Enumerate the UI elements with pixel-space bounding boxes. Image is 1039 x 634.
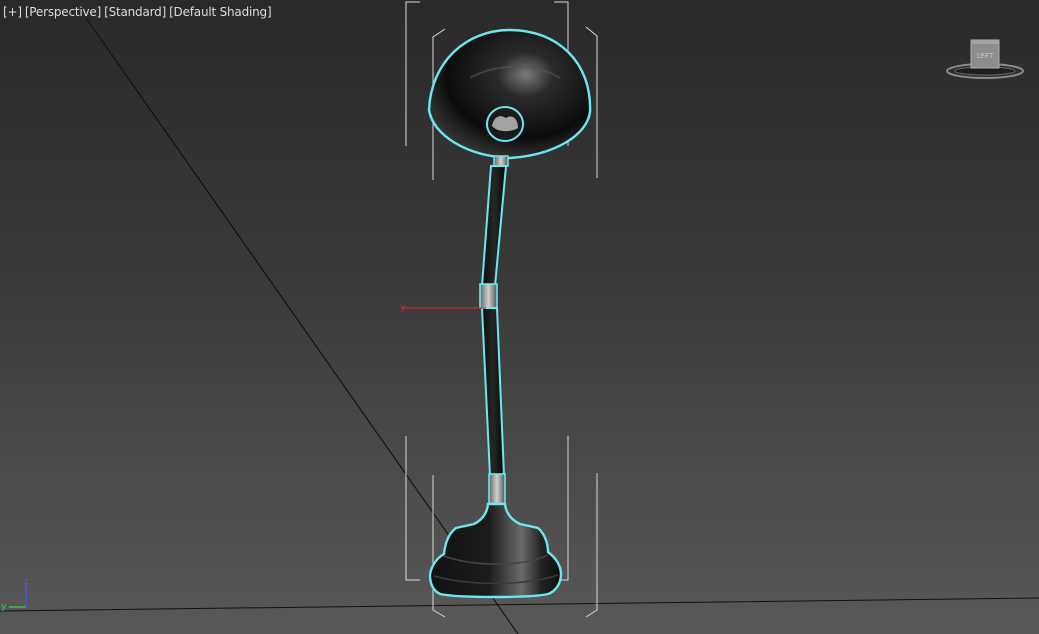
desk-lamp-object[interactable] xyxy=(427,28,592,599)
scene-canvas[interactable]: y z y x xyxy=(0,0,1039,634)
lamp-elbow-joint[interactable] xyxy=(479,283,498,309)
viewcube-face-label: LEFT xyxy=(977,52,994,60)
axis-z-label: z xyxy=(24,577,29,587)
gizmo-y-label: y xyxy=(400,302,406,313)
axis-tripod: z y x xyxy=(1,577,29,612)
lamp-lower-arm[interactable] xyxy=(480,307,506,477)
perspective-viewport[interactable]: [+] [Perspective] [Standard] [Default Shadi… xyxy=(0,0,1039,634)
viewcube-icon[interactable]: LEFT xyxy=(944,36,1026,84)
axis-y-label: y xyxy=(1,602,7,612)
transform-gizmo[interactable]: y xyxy=(400,302,486,313)
lamp-upper-arm[interactable] xyxy=(480,165,508,287)
